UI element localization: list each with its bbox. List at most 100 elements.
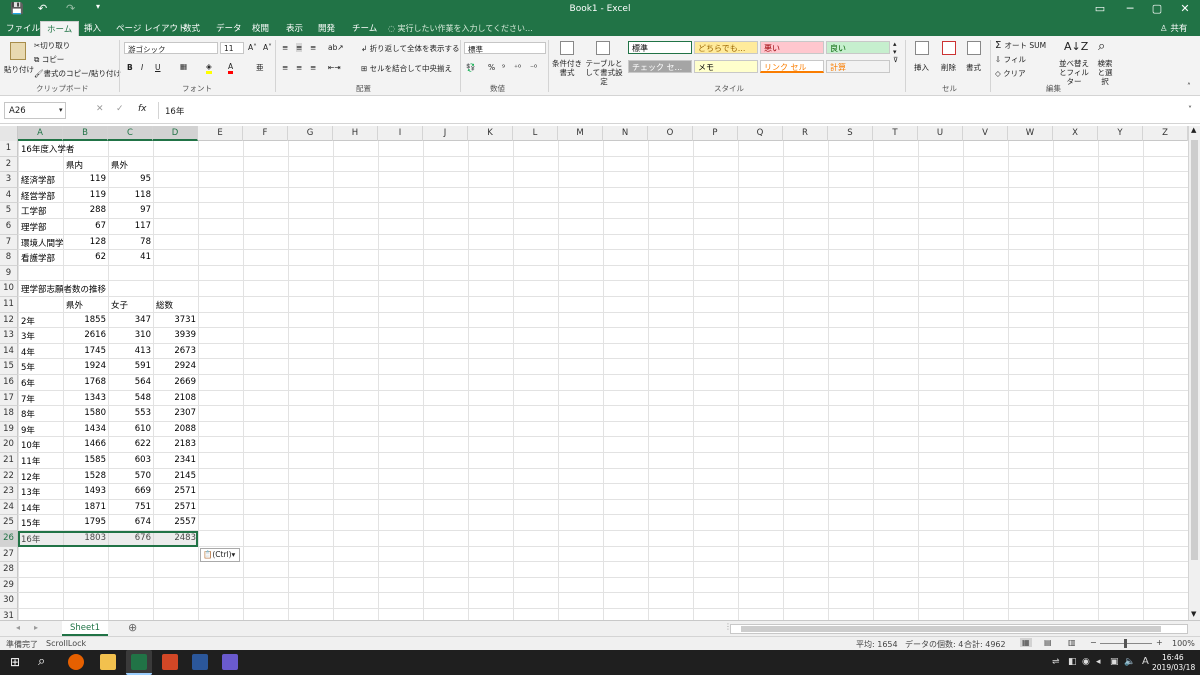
align-bottom-icon[interactable]: ≡ bbox=[310, 43, 316, 52]
cell-b11[interactable]: 県外 bbox=[64, 299, 85, 311]
cell-b6[interactable]: 67 bbox=[63, 221, 108, 231]
cell-b15[interactable]: 1924 bbox=[63, 361, 108, 371]
sort-filter-button[interactable]: 並べ替えとフィルター bbox=[1056, 59, 1092, 86]
row-header[interactable]: 7 bbox=[0, 234, 18, 251]
cell-c15[interactable]: 591 bbox=[108, 361, 153, 371]
column-header-f[interactable]: F bbox=[243, 126, 288, 141]
bold-button[interactable]: B bbox=[127, 63, 133, 72]
format-painter-button[interactable]: 🖌書式のコピー/貼り付け bbox=[34, 68, 121, 79]
fill-button[interactable]: ⇩ フィル bbox=[995, 54, 1026, 65]
cell-d24[interactable]: 2571 bbox=[153, 502, 198, 512]
cell-style-4[interactable]: チェック セ... bbox=[628, 60, 692, 73]
sort-filter-icon[interactable]: A↓Z bbox=[1064, 40, 1088, 53]
worksheet-grid[interactable]: ABCDEFGHIJKLMNOPQRSTUVWXYZ 1 16年度入学者 2 県内 県外… bbox=[0, 126, 1188, 620]
row-header[interactable]: 16 bbox=[0, 375, 18, 391]
row-header[interactable]: 29 bbox=[0, 577, 18, 594]
cell-c2[interactable]: 県外 bbox=[109, 159, 130, 171]
cell-c21[interactable]: 603 bbox=[108, 455, 153, 465]
volume-icon[interactable]: 🔈 bbox=[1124, 657, 1135, 667]
cell-a15[interactable]: 5年 bbox=[19, 361, 37, 373]
zoom-slider-thumb[interactable] bbox=[1124, 639, 1127, 648]
conditional-format-button[interactable]: 条件付き書式 bbox=[552, 59, 582, 77]
enter-icon[interactable]: ✓ bbox=[116, 104, 124, 114]
tab-data[interactable]: データ bbox=[216, 22, 242, 34]
cell-d21[interactable]: 2341 bbox=[153, 455, 198, 465]
cut-button[interactable]: ✂切り取り bbox=[34, 40, 70, 51]
align-left-icon[interactable]: ≡ bbox=[282, 63, 288, 72]
fill-color-icon[interactable]: ◈ bbox=[206, 62, 212, 74]
tab-page-layout[interactable]: ページ レイアウト bbox=[116, 22, 187, 34]
cell-b4[interactable]: 119 bbox=[63, 190, 108, 200]
column-header-g[interactable]: G bbox=[288, 126, 333, 141]
word-icon[interactable] bbox=[192, 654, 208, 670]
cell-c5[interactable]: 97 bbox=[108, 205, 153, 215]
row-header[interactable]: 24 bbox=[0, 499, 18, 516]
cell-c17[interactable]: 548 bbox=[108, 393, 153, 403]
row-header[interactable]: 10 bbox=[0, 281, 18, 297]
cell-a16[interactable]: 6年 bbox=[19, 377, 37, 389]
cell-c18[interactable]: 553 bbox=[108, 408, 153, 418]
insert-cells-icon[interactable] bbox=[915, 41, 929, 55]
cell-b23[interactable]: 1493 bbox=[63, 486, 108, 496]
row-header[interactable]: 14 bbox=[0, 343, 18, 360]
close-button[interactable]: ✕ bbox=[1170, 2, 1200, 15]
column-header-s[interactable]: S bbox=[828, 126, 873, 141]
column-header-a[interactable]: A bbox=[18, 126, 63, 141]
column-header-k[interactable]: K bbox=[468, 126, 513, 141]
tab-file[interactable]: ファイル bbox=[6, 22, 40, 34]
zoom-out-icon[interactable]: − bbox=[1090, 638, 1097, 647]
cell-d23[interactable]: 2571 bbox=[153, 486, 198, 496]
align-middle-icon[interactable]: ≡ bbox=[296, 43, 303, 52]
delete-cells-button[interactable]: 削除 bbox=[941, 62, 956, 73]
tab-home[interactable]: ホーム bbox=[40, 21, 80, 36]
clock-time[interactable]: 16:46 bbox=[1162, 653, 1184, 662]
horizontal-scrollbar[interactable] bbox=[730, 624, 1188, 634]
insert-function-icon[interactable]: fx bbox=[138, 104, 147, 114]
row-header[interactable]: 1 bbox=[0, 141, 18, 157]
column-header-q[interactable]: Q bbox=[738, 126, 783, 141]
cell-a22[interactable]: 12年 bbox=[19, 471, 42, 483]
row-header[interactable]: 20 bbox=[0, 437, 18, 453]
tray-warning-icon[interactable]: ◂ bbox=[1096, 657, 1101, 667]
sheet-tab-sheet1[interactable]: Sheet1 bbox=[62, 621, 108, 636]
cell-c25[interactable]: 674 bbox=[108, 517, 153, 527]
cell-c8[interactable]: 41 bbox=[108, 252, 153, 262]
row-header[interactable]: 30 bbox=[0, 593, 18, 609]
cell-c14[interactable]: 413 bbox=[108, 346, 153, 356]
row-header[interactable]: 12 bbox=[0, 312, 18, 329]
cell-a13[interactable]: 3年 bbox=[19, 330, 37, 342]
cell-a5[interactable]: 工学部 bbox=[19, 205, 49, 217]
clock-date[interactable]: 2019/03/18 bbox=[1152, 663, 1195, 672]
column-header-r[interactable]: R bbox=[783, 126, 828, 141]
cell-c20[interactable]: 622 bbox=[108, 439, 153, 449]
cell-d14[interactable]: 2673 bbox=[153, 346, 198, 356]
column-header-u[interactable]: U bbox=[918, 126, 963, 141]
font-color-icon[interactable]: A bbox=[228, 62, 234, 74]
column-header-y[interactable]: Y bbox=[1098, 126, 1143, 141]
cell-a8[interactable]: 看護学部 bbox=[19, 252, 57, 264]
cell-b3[interactable]: 119 bbox=[63, 174, 108, 184]
column-header-e[interactable]: E bbox=[198, 126, 243, 141]
format-as-table-button[interactable]: テーブルとして書式設定 bbox=[584, 59, 624, 86]
cell-d15[interactable]: 2924 bbox=[153, 361, 198, 371]
row-header[interactable]: 2 bbox=[0, 156, 18, 173]
cell-c12[interactable]: 347 bbox=[108, 315, 153, 325]
phonetic-icon[interactable]: 亜 bbox=[256, 62, 264, 73]
cell-a17[interactable]: 7年 bbox=[19, 393, 37, 405]
column-header-b[interactable]: B bbox=[63, 126, 108, 141]
search-icon[interactable]: ⌕ bbox=[38, 654, 45, 669]
cell-b17[interactable]: 1343 bbox=[63, 393, 108, 403]
ribbon-display-options-icon[interactable]: ▭ bbox=[1085, 2, 1115, 15]
cell-style-1[interactable]: どちらでも... bbox=[694, 41, 758, 54]
increase-decimal-icon[interactable]: ⁺⁰ bbox=[514, 63, 521, 72]
row-header[interactable]: 28 bbox=[0, 562, 18, 578]
column-header-x[interactable]: X bbox=[1053, 126, 1098, 141]
percent-button[interactable]: % bbox=[488, 63, 495, 72]
excel-icon[interactable] bbox=[131, 654, 147, 670]
format-cells-button[interactable]: 書式 bbox=[966, 62, 981, 73]
paste-options-button[interactable]: 📋(Ctrl)▾ bbox=[200, 547, 240, 562]
cell-c16[interactable]: 564 bbox=[108, 377, 153, 387]
cell-b2[interactable]: 県内 bbox=[64, 159, 85, 171]
column-header-l[interactable]: L bbox=[513, 126, 558, 141]
cell-style-0[interactable]: 標準 bbox=[628, 41, 692, 54]
